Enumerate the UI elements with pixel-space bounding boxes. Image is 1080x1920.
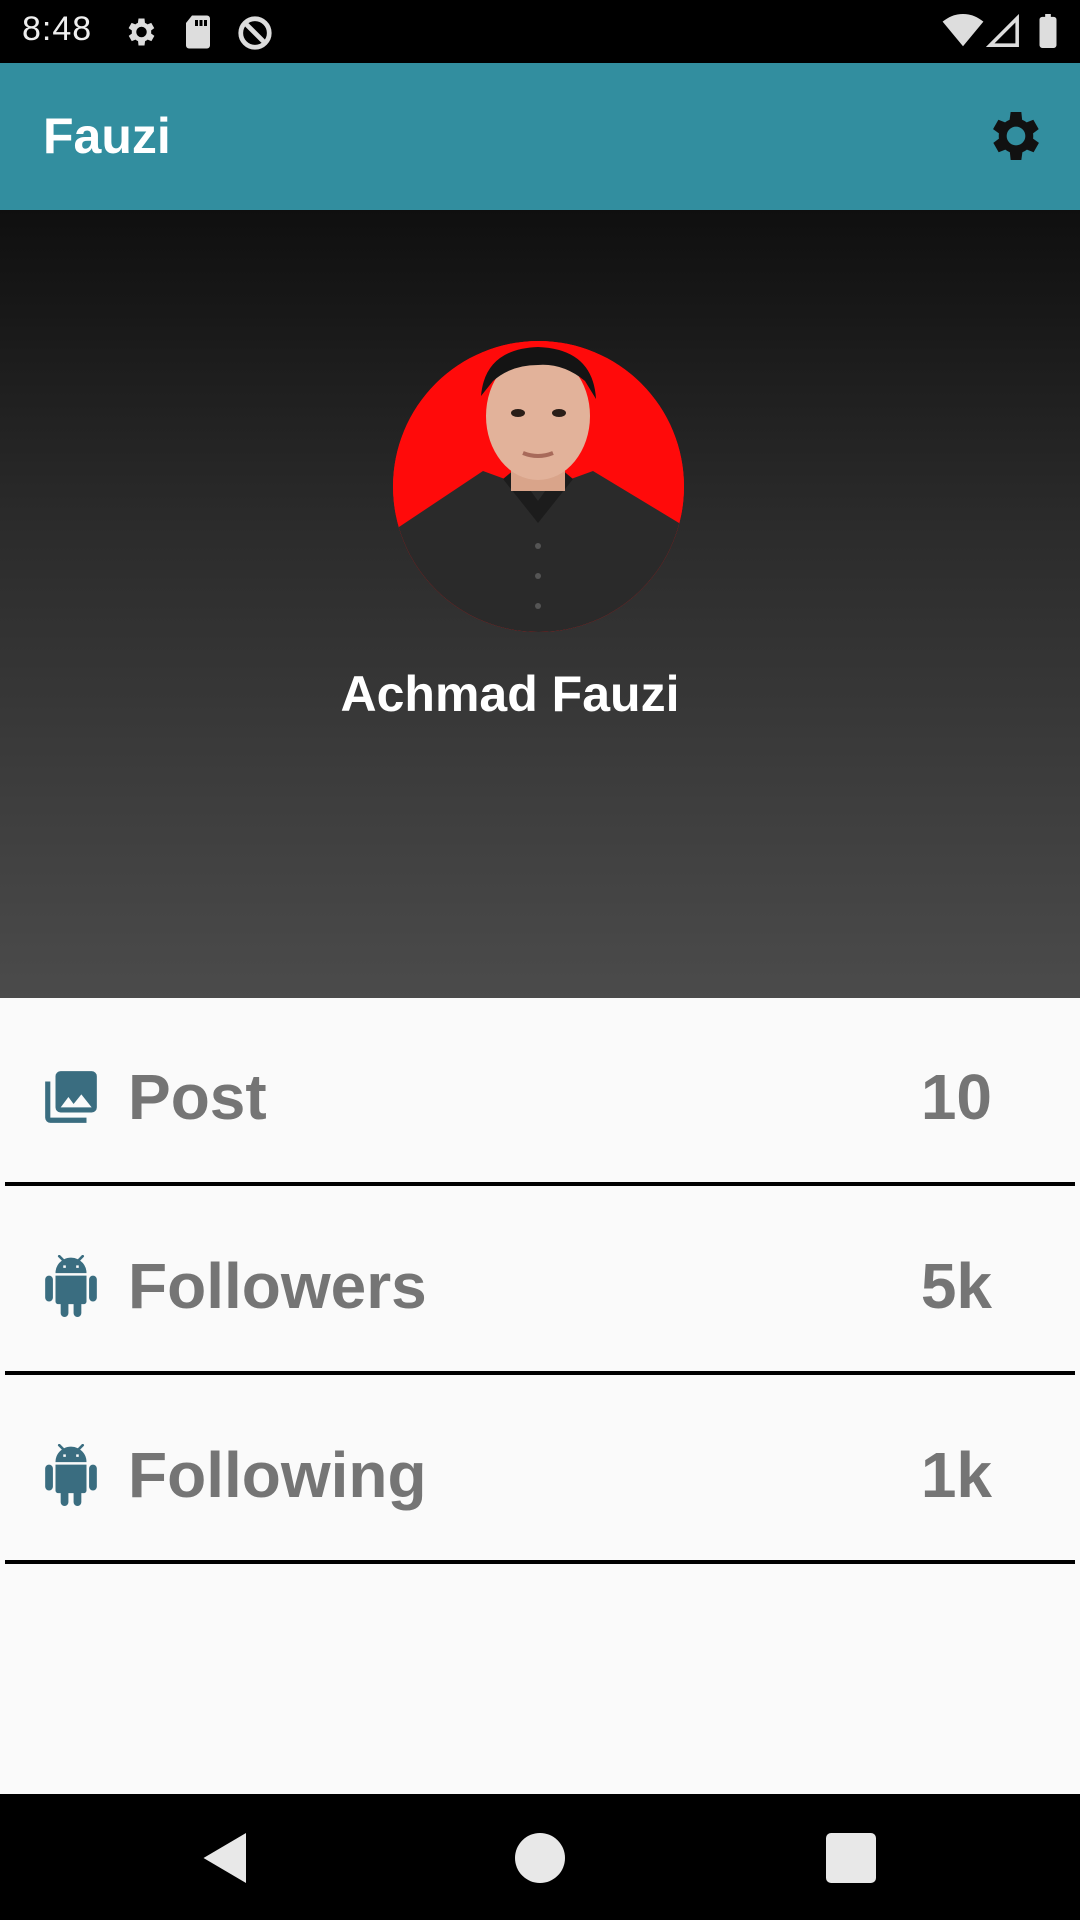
back-icon[interactable] — [196, 1828, 256, 1888]
stat-row-following[interactable]: Following 1k — [0, 1376, 1080, 1566]
stat-label: Followers — [128, 1250, 427, 1322]
stat-row-post[interactable]: Post 10 — [0, 998, 1080, 1188]
android-icon — [45, 1255, 97, 1317]
divider — [5, 1182, 1075, 1186]
stat-row-followers[interactable]: Followers 5k — [0, 1187, 1080, 1377]
stat-value: 1k — [920, 1439, 992, 1511]
status-bar: 8:48 — [0, 0, 1080, 63]
stat-value: 5k — [920, 1250, 992, 1322]
profile-header: Achmad Fauzi — [0, 210, 1080, 998]
profile-name: Achmad Fauzi — [340, 666, 680, 722]
sync-disabled-icon — [238, 16, 272, 50]
status-time: 8:48 — [22, 10, 93, 48]
recents-icon[interactable] — [821, 1828, 881, 1888]
app-title: Fauzi — [43, 108, 171, 164]
settings-icon[interactable] — [984, 104, 1048, 168]
stat-label: Following — [128, 1439, 427, 1511]
signal-icon — [986, 14, 1019, 47]
photo-library-icon — [45, 1071, 97, 1123]
sd-card-icon — [186, 15, 210, 49]
wifi-icon — [942, 14, 984, 47]
battery-icon — [1039, 14, 1057, 48]
android-icon — [45, 1444, 97, 1506]
stat-label: Post — [128, 1061, 267, 1133]
avatar — [393, 341, 684, 632]
gear-icon — [128, 18, 155, 46]
divider — [5, 1371, 1075, 1375]
app-bar: Fauzi — [0, 63, 1080, 210]
home-icon[interactable] — [510, 1828, 570, 1888]
stat-value: 10 — [920, 1061, 992, 1133]
nav-bar — [0, 1794, 1080, 1920]
divider — [5, 1560, 1075, 1564]
